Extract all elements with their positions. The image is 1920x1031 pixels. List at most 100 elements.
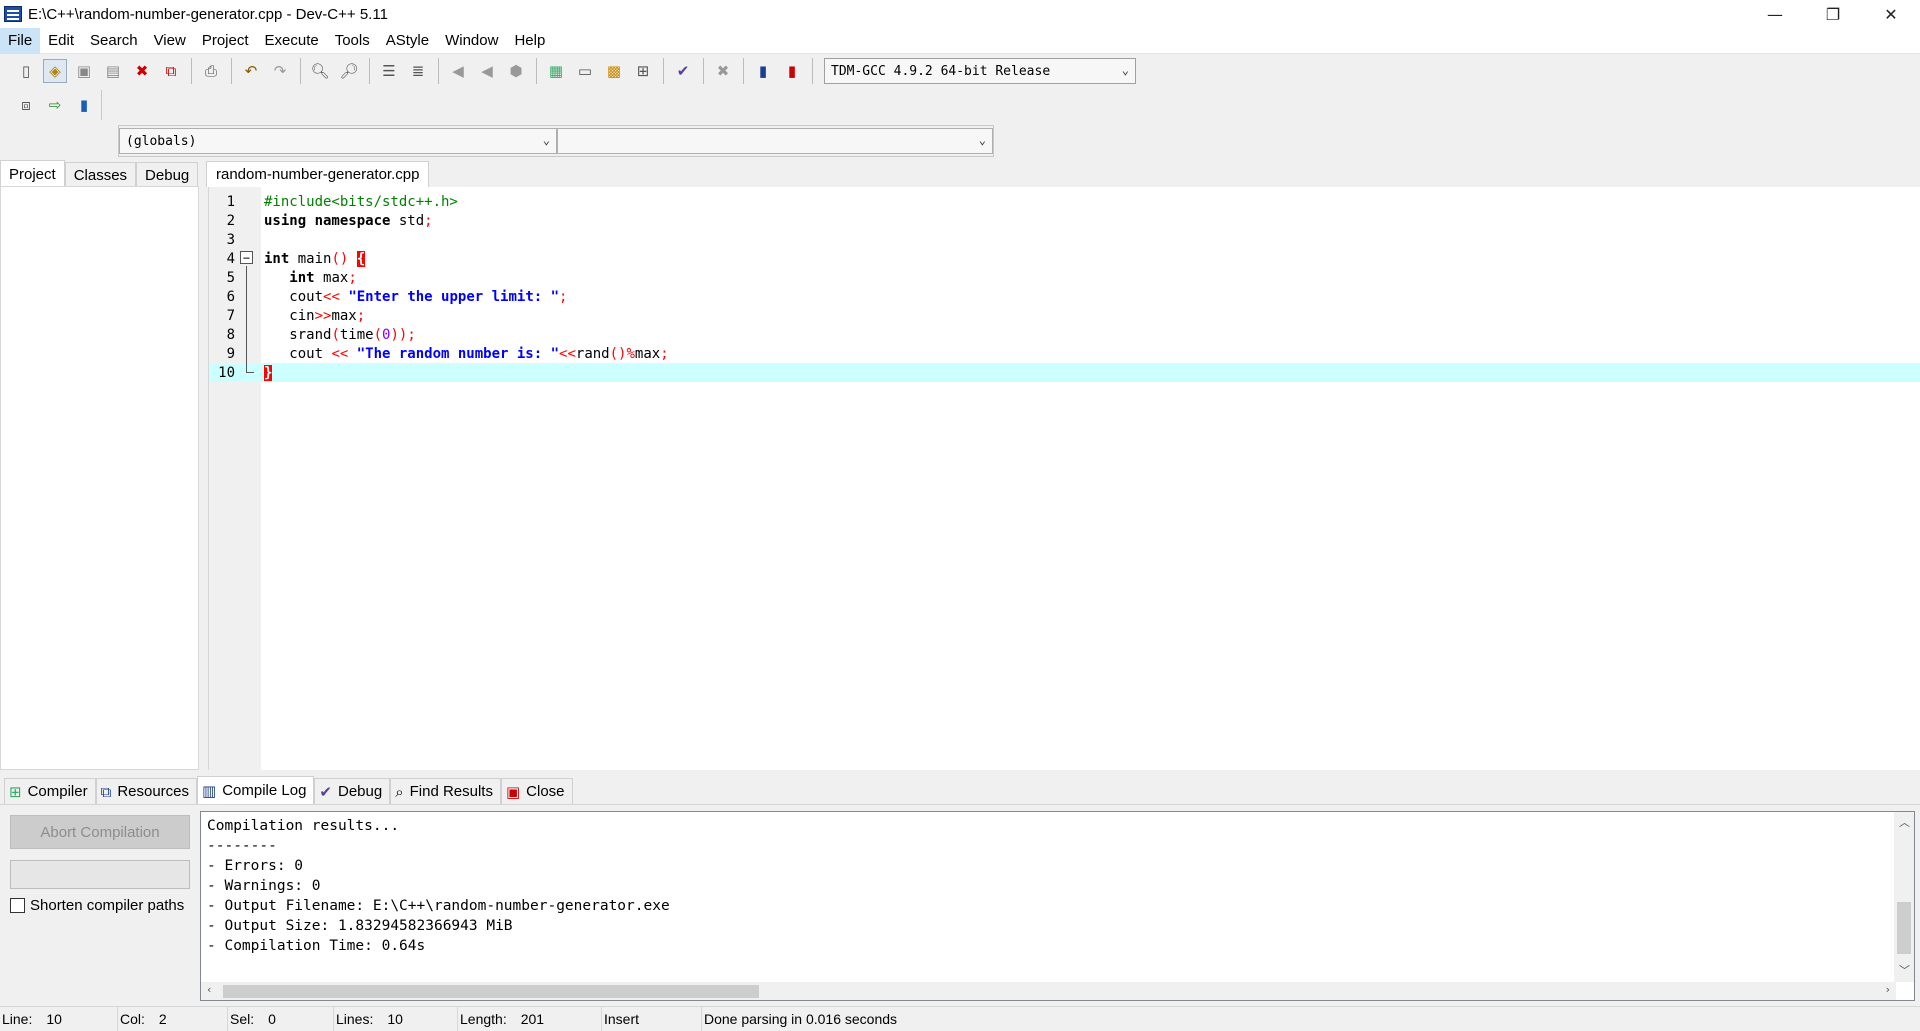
- status-length-label: Length:: [460, 1010, 507, 1027]
- class-browser-bar: (globals) ⌄ ⌄: [118, 125, 994, 157]
- line-number: 2: [226, 212, 235, 229]
- tab-find-results[interactable]: ⌕ Find Results: [390, 778, 501, 804]
- line-number: 1: [226, 193, 235, 210]
- close-file-icon[interactable]: ✖: [130, 59, 154, 83]
- forward-icon[interactable]: ◀: [475, 59, 499, 83]
- new-project-icon[interactable]: ⧈: [14, 93, 38, 117]
- tab-debug-output[interactable]: ✔ Debug: [314, 778, 391, 804]
- tab-classes[interactable]: Classes: [64, 162, 137, 187]
- menu-execute[interactable]: Execute: [257, 28, 327, 54]
- menu-view[interactable]: View: [146, 28, 194, 54]
- horizontal-scroll-thumb[interactable]: [223, 985, 759, 998]
- back-icon[interactable]: ◀: [446, 59, 470, 83]
- vertical-scroll-thumb[interactable]: [1897, 902, 1911, 954]
- menu-search[interactable]: Search: [82, 28, 146, 54]
- code-text: srand(time(0));: [264, 326, 416, 343]
- code-editor[interactable]: 1 #include<bits/stdc++.h> 2 using namesp…: [208, 187, 1920, 770]
- bar-chart-icon: ▥: [202, 781, 217, 800]
- replace-icon[interactable]: 🔎︎: [337, 59, 361, 83]
- compile-icon[interactable]: ▦: [544, 59, 568, 83]
- close-window-button[interactable]: ✕: [1862, 0, 1920, 28]
- run-icon[interactable]: ▭: [573, 59, 597, 83]
- line-number: 3: [226, 231, 235, 248]
- fold-toggle[interactable]: −: [240, 251, 254, 265]
- compile-log-output[interactable]: Compilation results... -------- - Errors…: [200, 811, 1915, 1001]
- code-text: int max;: [289, 269, 357, 286]
- menu-edit[interactable]: Edit: [40, 28, 82, 54]
- horizontal-scrollbar[interactable]: ‹ ›: [201, 982, 1896, 1000]
- status-line: Line: 10: [0, 1006, 118, 1031]
- scroll-up-icon[interactable]: ︿: [1899, 814, 1910, 830]
- profile-chart-icon[interactable]: ▮: [751, 59, 775, 83]
- tab-resources[interactable]: ⧉ Resources: [95, 778, 198, 804]
- line-number: 7: [226, 307, 235, 324]
- secondary-toolbar: ⧈ ⇨ ▮: [0, 90, 1920, 120]
- add-to-project-icon[interactable]: ⇨: [43, 93, 67, 117]
- restore-button[interactable]: ❐: [1804, 0, 1862, 28]
- menu-astyle[interactable]: AStyle: [378, 28, 437, 54]
- rebuild-all-icon[interactable]: ⊞: [631, 59, 655, 83]
- code-text: int main() {: [264, 250, 366, 267]
- log-line: - Warnings: 0: [207, 878, 321, 894]
- debug-check-icon[interactable]: ✔: [671, 59, 695, 83]
- menu-tools[interactable]: Tools: [327, 28, 378, 54]
- line-number: 10: [218, 364, 235, 381]
- code-text: cin>>max;: [264, 307, 366, 324]
- status-line-label: Line:: [2, 1010, 33, 1027]
- compile-run-icon[interactable]: ▩: [602, 59, 626, 83]
- scroll-left-icon[interactable]: ‹: [207, 983, 211, 996]
- menu-window[interactable]: Window: [437, 28, 506, 54]
- menu-help[interactable]: Help: [506, 28, 553, 54]
- save-all-icon[interactable]: ▤: [101, 59, 125, 83]
- find-icon[interactable]: 🔍︎: [308, 59, 332, 83]
- code-line: 3: [209, 230, 1920, 249]
- minimize-button[interactable]: —: [1746, 0, 1804, 28]
- tab-resources-label: Resources: [117, 783, 190, 800]
- open-file-icon[interactable]: ◈: [43, 59, 67, 83]
- tab-debug[interactable]: Debug: [136, 162, 199, 187]
- line-number: 5: [226, 269, 235, 286]
- menu-project[interactable]: Project: [194, 28, 257, 54]
- tab-compile-log[interactable]: ▥ Compile Log: [197, 776, 315, 804]
- scope-member-select[interactable]: ⌄: [557, 128, 993, 154]
- stop-execution-icon[interactable]: ✖: [711, 59, 735, 83]
- print-icon[interactable]: ⎙: [199, 59, 223, 83]
- compiler-select[interactable]: TDM-GCC 4.9.2 64-bit Release ⌄: [824, 58, 1136, 84]
- undo-icon[interactable]: ↶: [239, 59, 263, 83]
- abort-compilation-button[interactable]: Abort Compilation: [10, 815, 190, 849]
- toolbar-divider: [191, 58, 192, 84]
- delete-profile-icon[interactable]: ▮: [780, 59, 804, 83]
- scroll-right-icon[interactable]: ›: [1886, 983, 1890, 996]
- tab-project[interactable]: Project: [0, 160, 65, 187]
- project-browser-panel[interactable]: [0, 186, 199, 770]
- save-icon[interactable]: ▣: [72, 59, 96, 83]
- tab-close[interactable]: ▣ Close: [500, 778, 573, 804]
- code-text: cout << "The random number is: "<<rand()…: [264, 345, 669, 362]
- tab-random-number-generator[interactable]: random-number-generator.cpp: [206, 161, 430, 187]
- unindent-icon[interactable]: ≣: [406, 59, 430, 83]
- scope-class-select[interactable]: (globals) ⌄: [119, 128, 557, 154]
- redo-icon[interactable]: ↷: [268, 59, 292, 83]
- indent-icon[interactable]: ☰: [377, 59, 401, 83]
- menu-file[interactable]: File: [0, 27, 41, 54]
- shorten-paths-option[interactable]: Shorten compiler paths: [10, 897, 184, 914]
- left-panel-tabs: Project Classes Debug: [0, 160, 200, 187]
- status-line-value: 10: [46, 1010, 62, 1027]
- collapse-icon: −: [240, 251, 253, 264]
- main-toolbar: ▯ ◈ ▣ ▤ ✖ ⧉ ⎙ ↶ ↷ 🔍︎ 🔎︎ ☰ ≣ ◀ ◀ ⬢ ▦ ▭ ▩ …: [0, 54, 1920, 88]
- check-icon: ✔: [319, 782, 332, 801]
- bookmark-icon[interactable]: ⬢: [504, 59, 528, 83]
- project-options-icon[interactable]: ▮: [72, 93, 96, 117]
- editor-tabs: random-number-generator.cpp: [206, 161, 430, 187]
- scroll-down-icon[interactable]: ﹀: [1899, 962, 1910, 978]
- close-all-icon[interactable]: ⧉: [159, 59, 183, 83]
- tab-compiler[interactable]: ⊞ Compiler: [4, 778, 96, 804]
- new-file-icon[interactable]: ▯: [14, 59, 38, 83]
- vertical-scrollbar[interactable]: ︿ ﹀: [1894, 812, 1914, 982]
- devcpp-app-icon: [4, 6, 22, 22]
- chevron-down-icon: ⌄: [978, 133, 986, 147]
- window-title: E:\C++\random-number-generator.cpp - Dev…: [28, 5, 388, 23]
- line-number: 9: [226, 345, 235, 362]
- code-line: 8 srand(time(0));: [209, 325, 1920, 344]
- shorten-paths-checkbox[interactable]: [10, 898, 25, 913]
